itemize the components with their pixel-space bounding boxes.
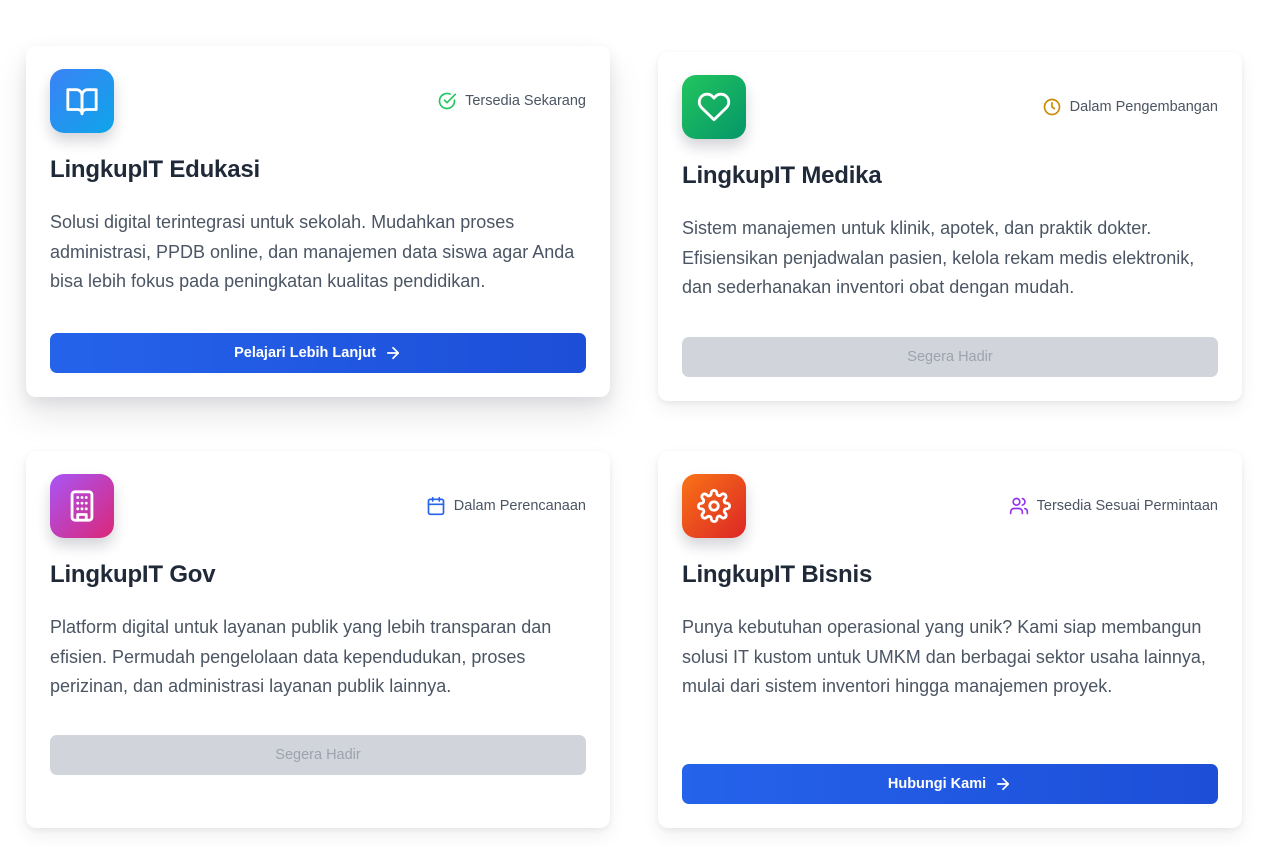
status-label: Dalam Pengembangan: [1069, 99, 1218, 115]
card-title: LingkupIT Edukasi: [50, 156, 260, 183]
contact-us-button[interactable]: Hubungi Kami: [682, 764, 1218, 804]
status-badge: Dalam Pengembangan: [1042, 97, 1218, 117]
users-icon: [1009, 497, 1028, 515]
check-circle-icon: [438, 92, 457, 110]
building-icon: [50, 474, 114, 538]
coming-soon-button: Segera Hadir: [682, 337, 1218, 377]
clock-icon: [1043, 98, 1061, 116]
card-title: LingkupIT Medika: [682, 162, 882, 189]
product-card-gov: Dalam Perencanaan LingkupIT Gov Platform…: [26, 451, 610, 828]
status-badge: Dalam Perencanaan: [426, 496, 586, 516]
card-title: LingkupIT Gov: [50, 561, 216, 588]
book-open-icon: [50, 69, 114, 133]
status-badge: Tersedia Sekarang: [437, 91, 586, 111]
arrow-right-icon: [386, 346, 399, 360]
product-card-edukasi: Tersedia Sekarang LingkupIT Edukasi Solu…: [26, 46, 610, 397]
status-label: Tersedia Sekarang: [465, 93, 586, 109]
card-header: Dalam Pengembangan: [682, 74, 1218, 140]
product-card-medika: Dalam Pengembangan LingkupIT Medika Sist…: [658, 52, 1242, 401]
button-label: Segera Hadir: [907, 349, 993, 365]
product-card-bisnis: Tersedia Sesuai Permintaan LingkupIT Bis…: [658, 451, 1242, 828]
card-header: Tersedia Sekarang: [50, 68, 586, 134]
card-description: Punya kebutuhan operasional yang unik? K…: [682, 617, 1206, 696]
button-label: Segera Hadir: [275, 747, 361, 763]
coming-soon-button: Segera Hadir: [50, 735, 586, 775]
card-header: Tersedia Sesuai Permintaan: [682, 473, 1218, 539]
button-label: Pelajari Lebih Lanjut: [234, 345, 376, 361]
gear-icon: [682, 474, 746, 538]
card-description: Solusi digital terintegrasi untuk sekola…: [50, 212, 575, 291]
status-badge: Tersedia Sesuai Permintaan: [1009, 496, 1218, 516]
card-title: LingkupIT Bisnis: [682, 561, 873, 588]
arrow-right-icon: [997, 777, 1010, 791]
calendar-icon: [427, 496, 445, 516]
status-label: Tersedia Sesuai Permintaan: [1036, 498, 1218, 514]
card-description: Sistem manajemen untuk klinik, apotek, d…: [682, 218, 1195, 297]
button-label: Hubungi Kami: [887, 776, 987, 792]
status-label: Dalam Perencanaan: [453, 498, 586, 514]
heart-icon: [682, 75, 746, 139]
learn-more-button[interactable]: Pelajari Lebih Lanjut: [50, 333, 586, 373]
card-description: Platform digital untuk layanan publik ya…: [50, 617, 552, 696]
card-header: Dalam Perencanaan: [50, 473, 586, 539]
